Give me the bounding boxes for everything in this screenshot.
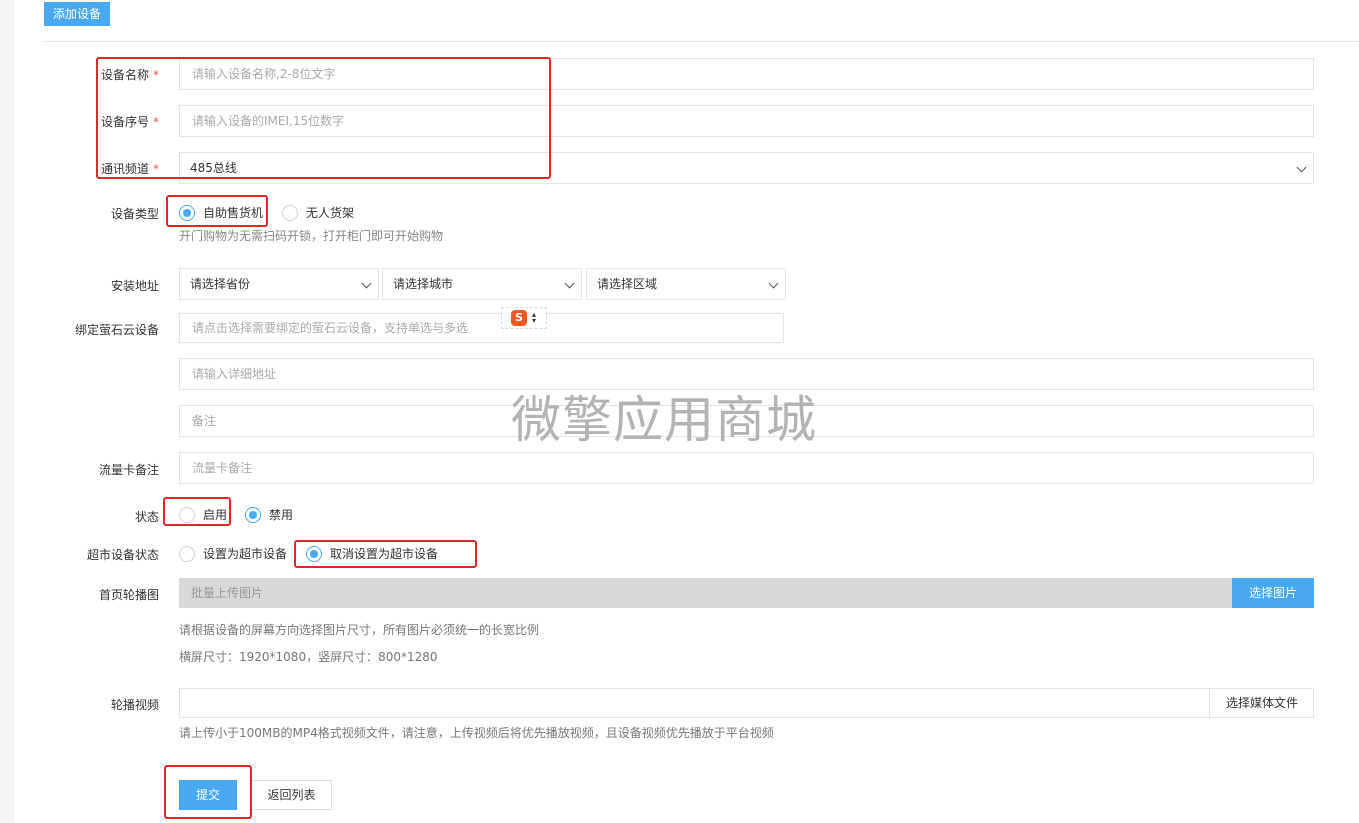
radio-checked-icon [179, 204, 195, 221]
radio-unchecked-icon [179, 506, 195, 523]
district-select[interactable]: 请选择区域 [586, 268, 786, 300]
ezviz-input[interactable]: 请点击选择需要绑定的萤石云设备，支持单选与多选 [179, 313, 784, 343]
chevron-down-icon [768, 278, 779, 289]
carousel-hint: 请根据设备的屏幕方向选择图片尺寸，所有图片必须统一的长宽比例 [179, 623, 540, 637]
device-type-hint: 开门购物为无需扫码开锁，打开柜门即可开始购物 [179, 229, 444, 243]
device-type-label: 设备类型 [110, 207, 159, 221]
radio-unmanned-shelf[interactable]: 无人货架 [282, 204, 354, 221]
radio-vending-machine[interactable]: 自助售货机 [179, 204, 263, 221]
radio-label: 无人货架 [306, 206, 355, 220]
choose-image-button[interactable]: 选择图片 [1232, 578, 1314, 608]
install-address-label: 安装地址 [110, 279, 159, 293]
device-name-input[interactable]: 请输入设备名称,2-8位文字 [179, 58, 1314, 90]
city-select[interactable]: 请选择城市 [382, 268, 582, 300]
add-device-tab[interactable]: 添加设备 [44, 2, 111, 26]
video-input[interactable] [179, 688, 1314, 718]
ime-toolbar[interactable]: S ▴ ▾ [501, 307, 547, 329]
ime-arrows-icon: ▴ ▾ [532, 310, 537, 325]
submit-button[interactable]: 提交 [179, 780, 237, 810]
carousel-size-hint: 横屏尺寸：1920*1080，竖屏尺寸：800*1280 [179, 650, 438, 664]
comm-channel-label: 通讯频道 * [100, 162, 159, 176]
chevron-down-icon [564, 278, 575, 289]
radio-label: 自助售货机 [203, 206, 264, 220]
radio-unchecked-icon [179, 545, 195, 562]
chevron-down-icon [361, 278, 372, 289]
sogou-logo-icon: S [511, 310, 527, 326]
status-label: 状态 [134, 510, 159, 524]
radio-label: 设置为超市设备 [203, 547, 288, 561]
video-hint: 请上传小于100MB的MP4格式视频文件，请注意，上传视频后将优先播放视频，且设… [179, 726, 774, 740]
ezviz-label: 绑定萤石云设备 [74, 323, 159, 337]
sim-remark-input[interactable]: 流量卡备注 [179, 452, 1314, 484]
radio-label: 启用 [203, 508, 228, 522]
carousel-upload-field[interactable]: 批量上传图片 [179, 578, 1232, 608]
watermark-text: 微擎应用商城 [511, 391, 817, 449]
comm-channel-select[interactable]: 485总线 [179, 152, 1314, 184]
sim-remark-label: 流量卡备注 [98, 463, 159, 477]
chevron-down-icon [1296, 162, 1307, 173]
radio-label: 禁用 [269, 508, 294, 522]
radio-checked-icon [306, 545, 322, 562]
district-value: 请选择区域 [597, 277, 658, 291]
radio-unchecked-icon [282, 204, 298, 221]
radio-status-enable[interactable]: 启用 [179, 506, 227, 523]
choose-media-button[interactable]: 选择媒体文件 [1209, 688, 1314, 718]
comm-channel-value: 485总线 [190, 161, 237, 175]
city-value: 请选择城市 [393, 277, 454, 291]
header-divider [44, 41, 1359, 42]
device-serial-input[interactable]: 请输入设备的IMEI,15位数字 [179, 105, 1314, 137]
back-to-list-button[interactable]: 返回列表 [251, 780, 332, 810]
radio-set-supermarket[interactable]: 设置为超市设备 [179, 545, 287, 562]
video-label: 轮播视频 [110, 698, 159, 712]
carousel-label: 首页轮播图 [98, 588, 159, 602]
radio-checked-icon [245, 506, 261, 523]
supermarket-label: 超市设备状态 [86, 548, 159, 562]
radio-label: 取消设置为超市设备 [330, 547, 439, 561]
device-name-label: 设备名称 * [100, 68, 159, 82]
province-select[interactable]: 请选择省份 [179, 268, 379, 300]
radio-cancel-supermarket[interactable]: 取消设置为超市设备 [306, 545, 438, 562]
device-serial-label: 设备序号 * [100, 115, 159, 129]
province-value: 请选择省份 [190, 277, 251, 291]
radio-status-disable[interactable]: 禁用 [245, 506, 293, 523]
